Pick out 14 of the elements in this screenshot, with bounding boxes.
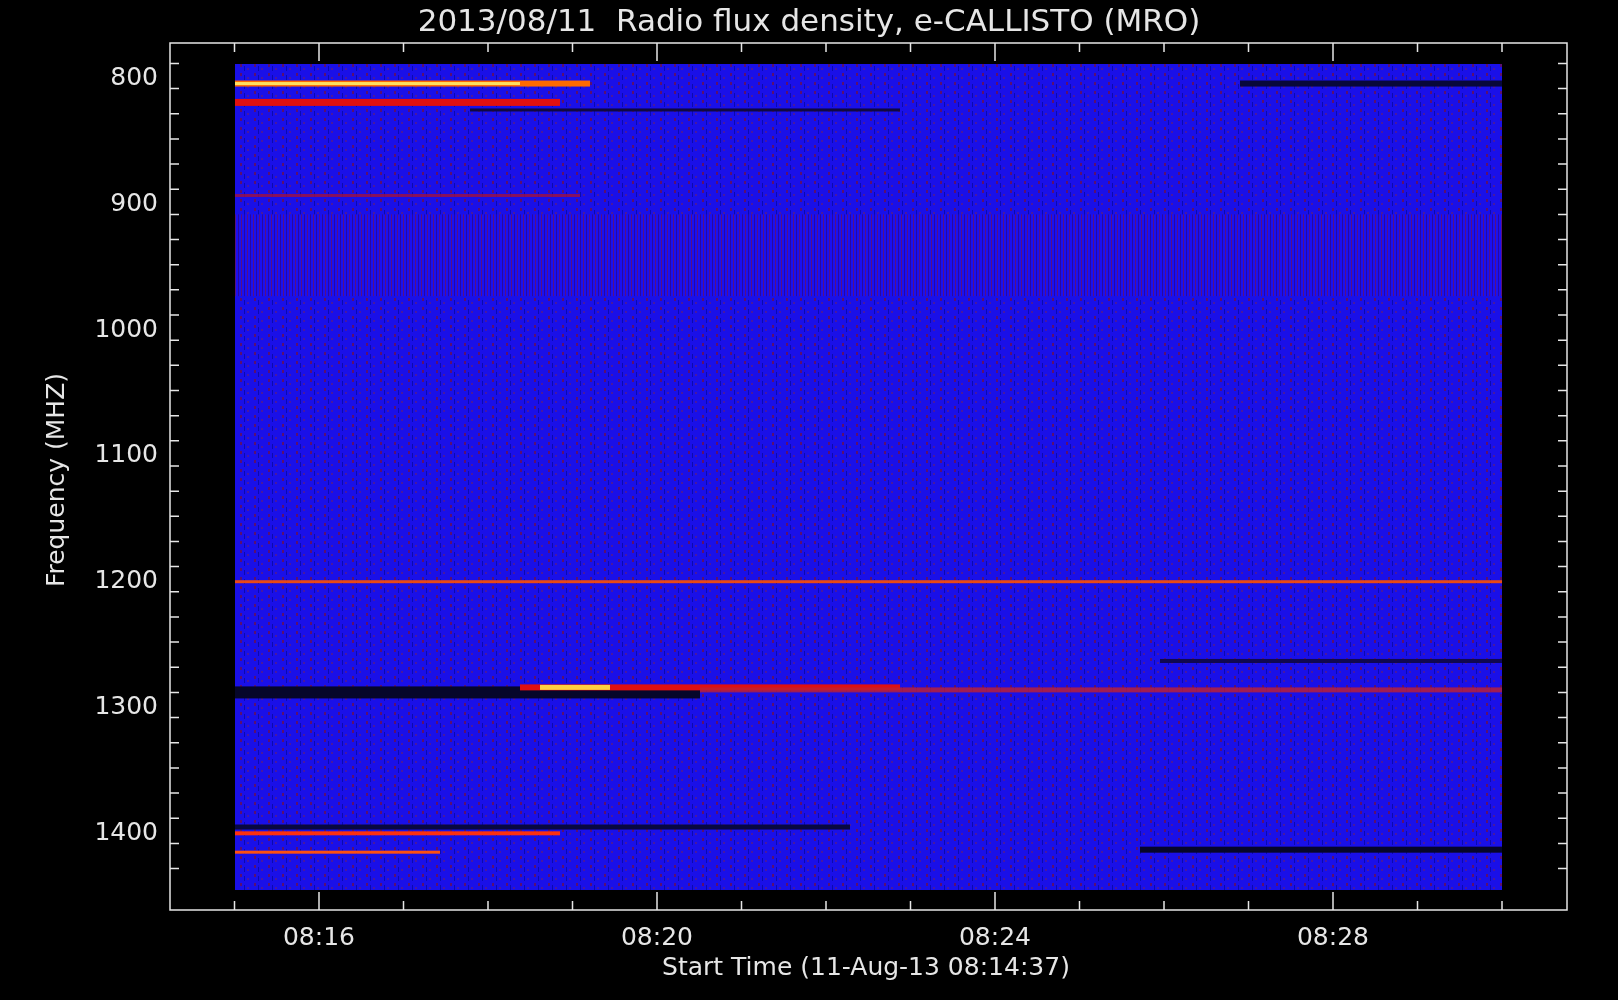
axis-title: Start Time (11-Aug-13 08:14:37) [662, 952, 1070, 981]
tick-label: 08:24 [959, 922, 1031, 951]
axis-title: Frequency (MHZ) [41, 372, 70, 588]
tick-label: 800 [110, 62, 158, 91]
tick-label: 1100 [94, 439, 158, 469]
tick-label: 08:20 [621, 922, 693, 951]
tick-label: 1000 [94, 313, 158, 343]
tick-label: 08:28 [1297, 922, 1369, 951]
tick-label: 1300 [94, 691, 158, 720]
tick-label: 1400 [94, 816, 158, 846]
tick-label: 900 [110, 187, 158, 217]
tick-label: 08:16 [283, 922, 355, 951]
chart-title: 2013/08/11 Radio flux density, e-CALLISTO (MRO) [417, 2, 1201, 38]
tick-label: 1200 [94, 565, 158, 595]
